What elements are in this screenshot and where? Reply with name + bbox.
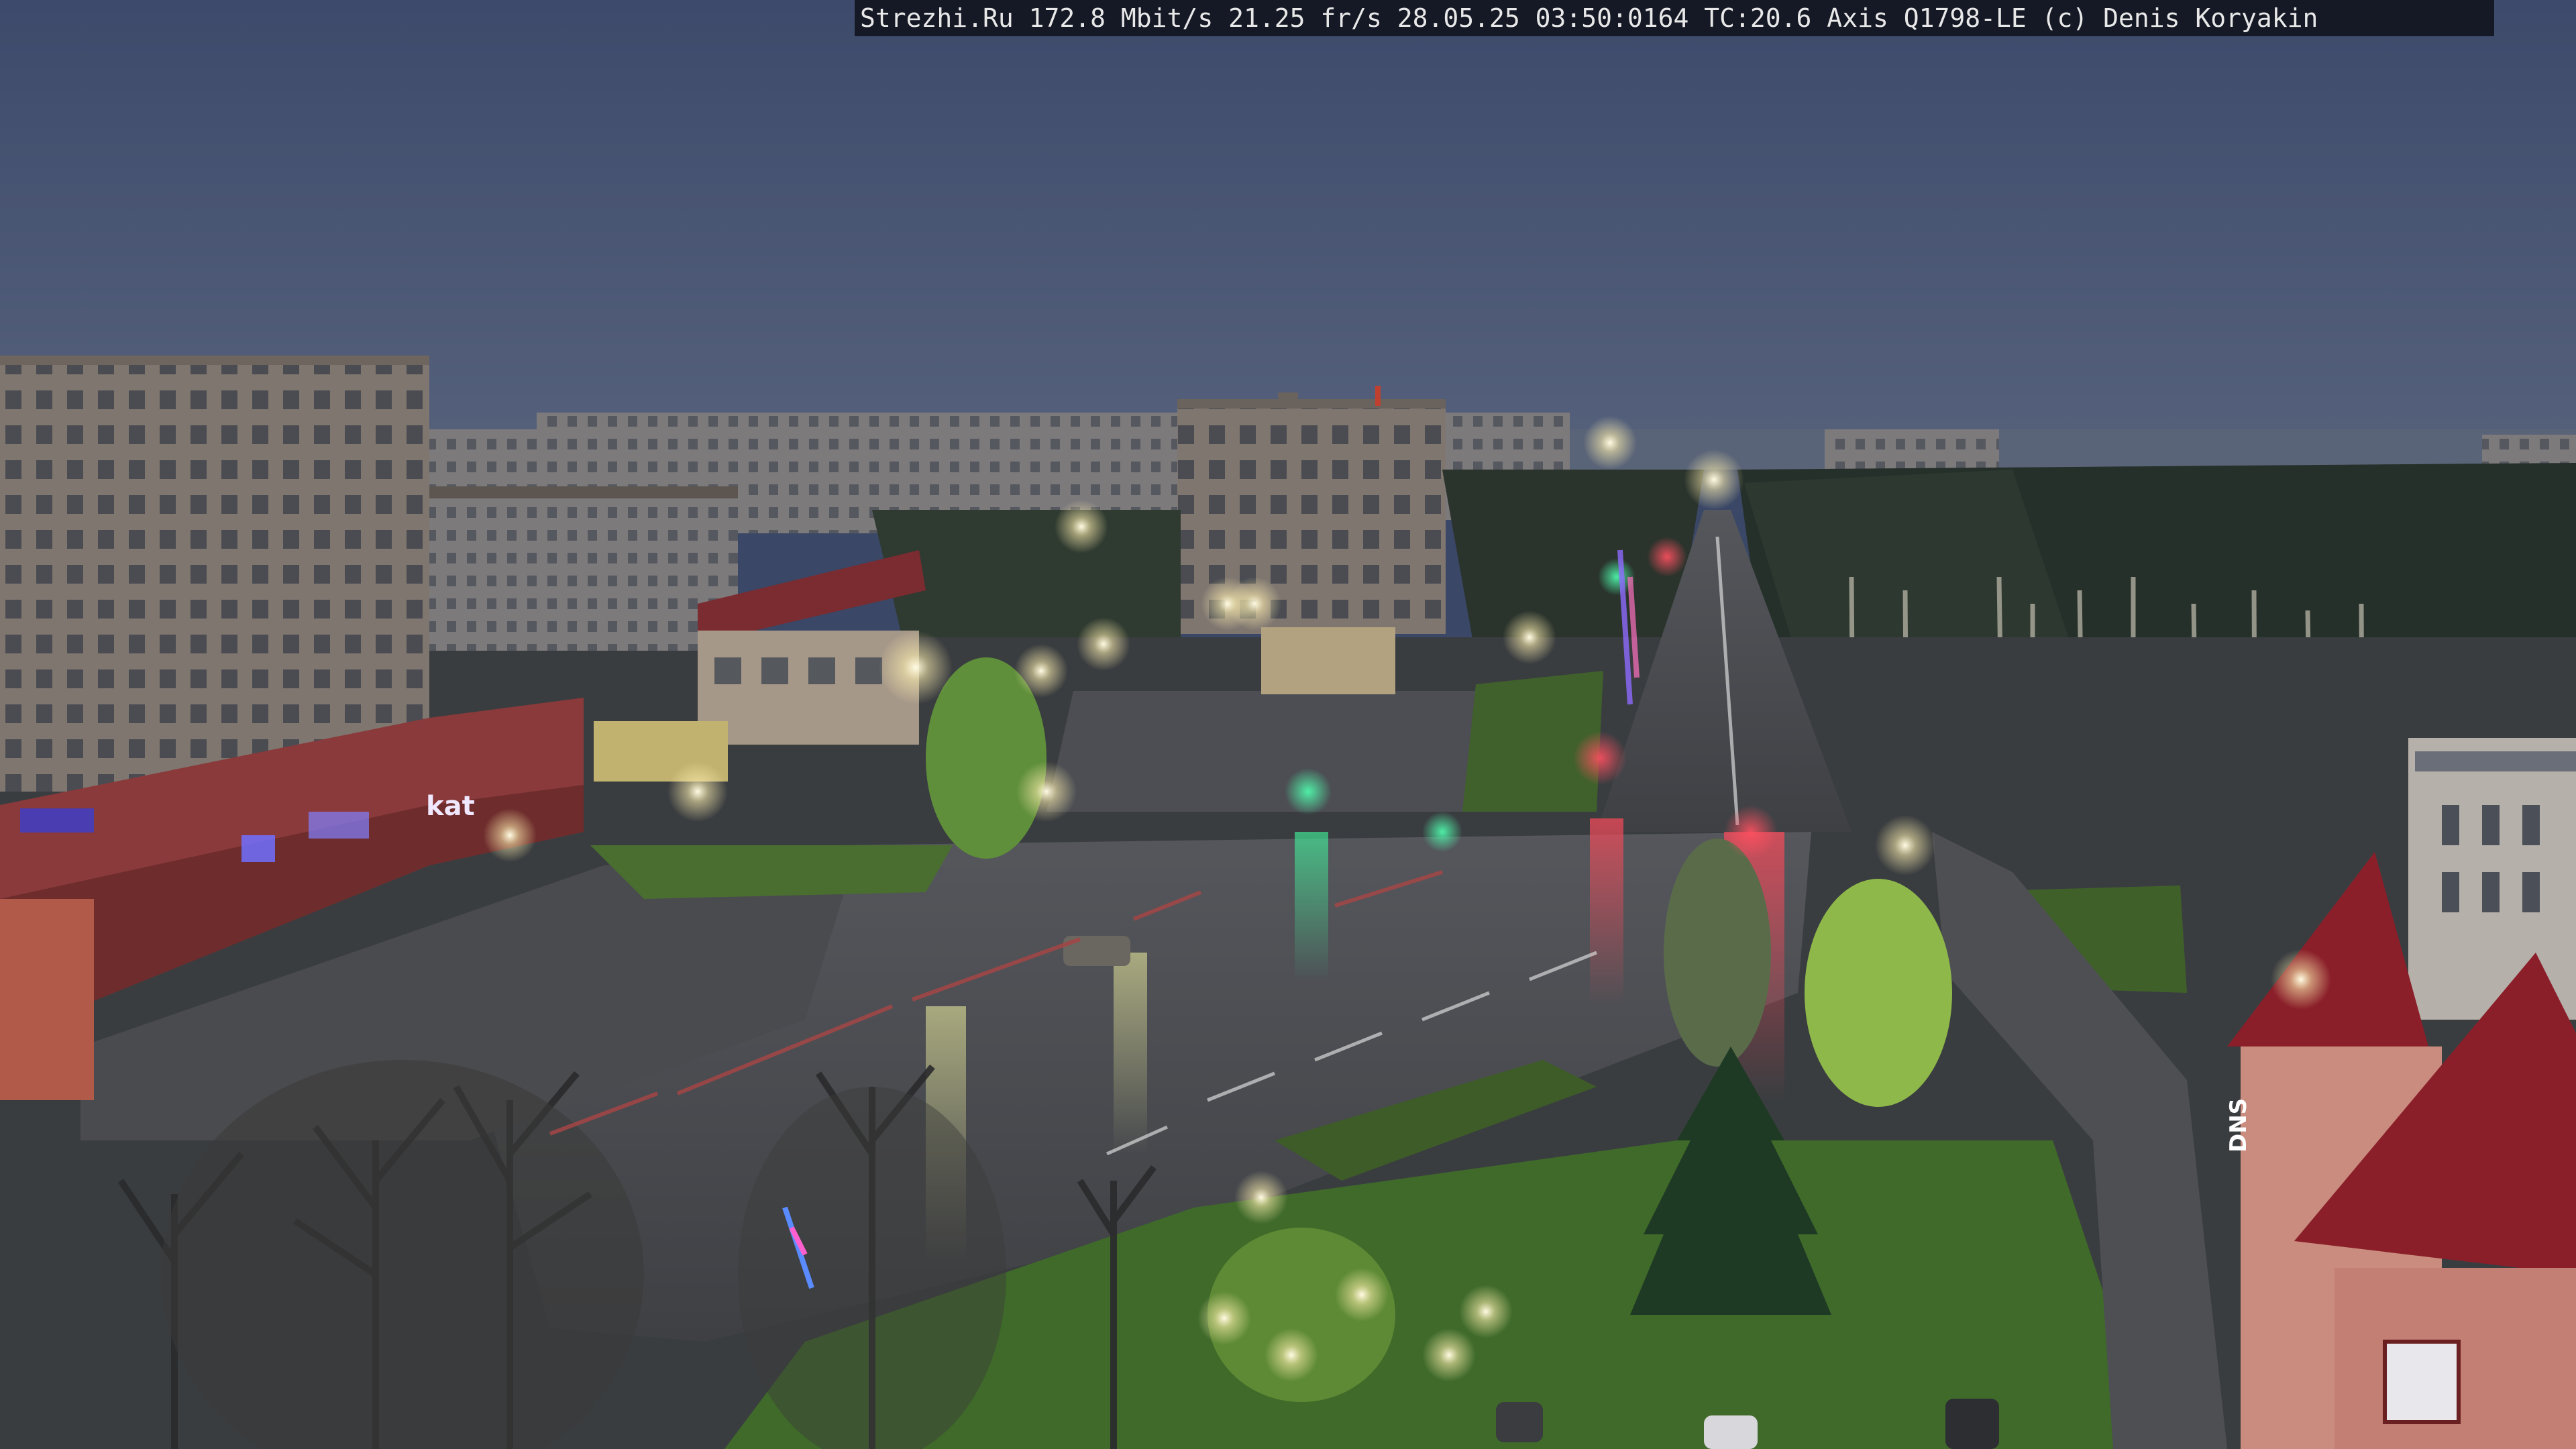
tower-sign-text: DNS <box>2225 1098 2252 1152</box>
green-tree-right <box>1805 879 1952 1107</box>
store-sign-text: kat <box>426 791 475 822</box>
street-scene: kat DNS <box>0 0 2576 1449</box>
parked-car-foreground-3 <box>1945 1399 1999 1449</box>
parking-plaza <box>1046 691 1503 812</box>
reflection-yellow-2 <box>1114 953 1147 1154</box>
plaza-kiosk <box>1261 627 1395 694</box>
parked-car-foreground-2 <box>1704 1415 1758 1449</box>
green-tree-median <box>1664 839 1771 1067</box>
webcam-frame: kat DNS Strezhi.Ru 172.8 Mbit/s 21.25 fr… <box>0 0 2576 1449</box>
bare-tree-canopy-2 <box>738 1087 1006 1449</box>
reflection-red-2 <box>1590 818 1623 1006</box>
reflection-green <box>1295 832 1328 979</box>
grass-left <box>590 845 953 899</box>
parked-car-foreground-1 <box>1496 1402 1543 1442</box>
camera-overlay-text: Strezhi.Ru 172.8 Mbit/s 21.25 fr/s 28.05… <box>855 0 2494 36</box>
